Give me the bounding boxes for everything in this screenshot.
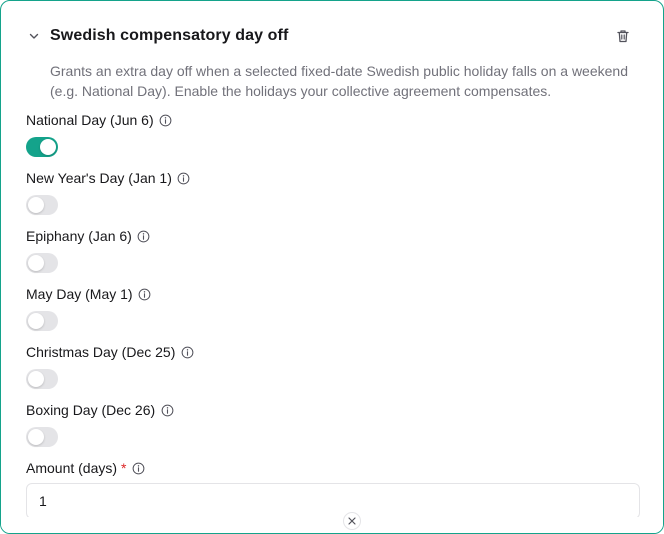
trash-icon[interactable] — [613, 26, 633, 46]
holiday-toggle[interactable] — [26, 427, 58, 447]
info-icon[interactable] — [159, 113, 173, 127]
info-icon[interactable] — [137, 229, 151, 243]
holiday-label: Christmas Day (Dec 25) — [26, 344, 176, 360]
card-header: Swedish compensatory day off — [26, 25, 633, 47]
holiday-label: May Day (May 1) — [26, 286, 133, 302]
toggle-knob — [28, 313, 44, 329]
holiday-toggle[interactable] — [26, 369, 58, 389]
info-icon[interactable] — [138, 287, 152, 301]
info-icon[interactable] — [160, 403, 174, 417]
bottom-edge — [1, 517, 663, 533]
required-mark: * — [121, 460, 127, 476]
holiday-toggle[interactable] — [26, 195, 58, 215]
holiday-rule-card: Swedish compensatory day off Grants an e… — [0, 0, 664, 534]
holiday-label: New Year's Day (Jan 1) — [26, 170, 172, 186]
holiday-field: Boxing Day (Dec 26) — [26, 401, 174, 447]
chevron-down-icon[interactable] — [26, 28, 42, 44]
holiday-field: New Year's Day (Jan 1) — [26, 169, 191, 215]
toggle-knob — [28, 429, 44, 445]
toggle-knob — [28, 371, 44, 387]
info-icon[interactable] — [180, 345, 194, 359]
holiday-toggle[interactable] — [26, 311, 58, 331]
toggle-knob — [28, 197, 44, 213]
toggle-knob — [40, 139, 56, 155]
holiday-field: National Day (Jun 6) — [26, 111, 173, 157]
section-description: Grants an extra day off when a selected … — [50, 63, 628, 99]
holiday-toggle[interactable] — [26, 137, 58, 157]
holiday-label: Epiphany (Jan 6) — [26, 228, 132, 244]
holiday-label: National Day (Jun 6) — [26, 112, 154, 128]
amount-field-label: Amount (days) * — [26, 459, 146, 477]
amount-label: Amount (days) — [26, 460, 118, 476]
section-title: Swedish compensatory day off — [50, 27, 289, 44]
holiday-field: Epiphany (Jan 6) — [26, 227, 151, 273]
holiday-toggle[interactable] — [26, 253, 58, 273]
holiday-field: Christmas Day (Dec 25) — [26, 343, 194, 389]
holiday-label: Boxing Day (Dec 26) — [26, 402, 156, 418]
toggle-knob — [28, 255, 44, 271]
info-icon[interactable] — [177, 171, 191, 185]
holiday-field: May Day (May 1) — [26, 285, 152, 331]
info-icon[interactable] — [132, 461, 146, 475]
amount-input[interactable]: 1 — [26, 483, 640, 519]
close-icon[interactable] — [343, 512, 361, 530]
